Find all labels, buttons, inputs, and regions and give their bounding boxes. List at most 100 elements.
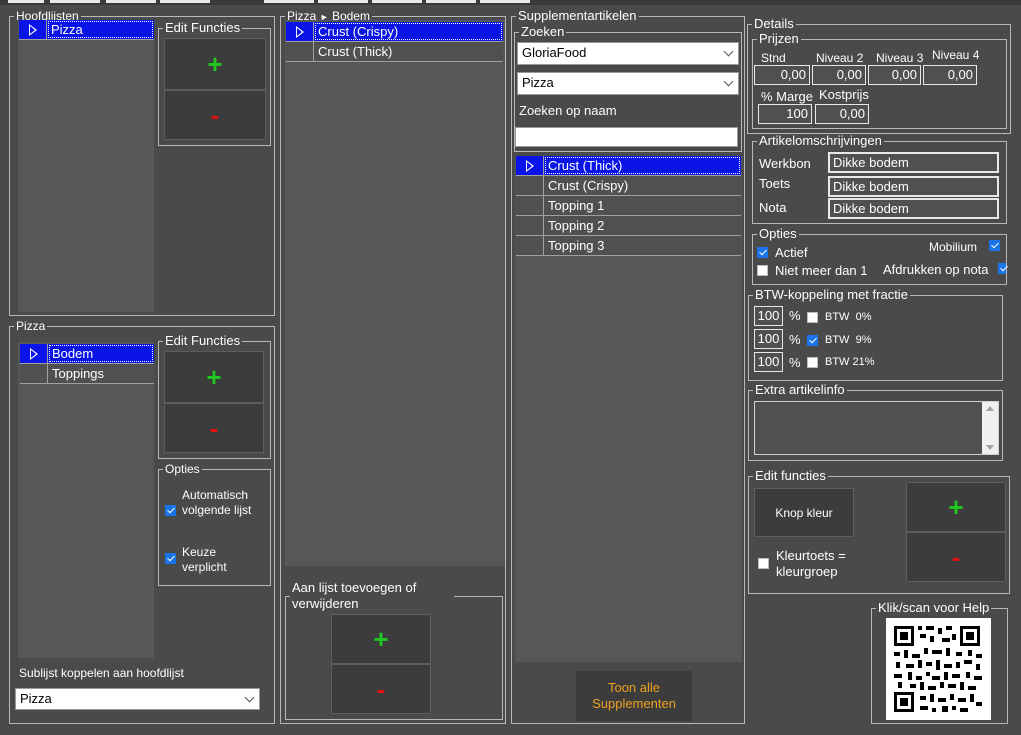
list-item[interactable]: Crust (Thick) [286, 42, 503, 62]
category-value: Pizza [522, 75, 554, 90]
tab-segment[interactable] [50, 0, 100, 3]
search-input[interactable] [515, 127, 738, 147]
niveau2-label: Niveau 2 [816, 51, 864, 65]
middle-list: Crust (Crispy) Crust (Thick) [285, 20, 505, 566]
extra-artikelinfo-textarea[interactable] [754, 401, 999, 455]
add-button[interactable]: + [164, 351, 264, 403]
scroll-down-icon[interactable] [986, 445, 994, 450]
tab-segment[interactable] [372, 0, 422, 3]
add-to-list-button[interactable]: + [331, 614, 431, 664]
toon-alle-supplementen-button[interactable]: Toon alle Supplementen [576, 671, 692, 721]
afdrukken-checkbox[interactable] [998, 263, 1006, 274]
btw-fraction-input[interactable]: 100 [754, 352, 783, 372]
list-item[interactable]: Topping 1 [516, 196, 741, 216]
row-pointer-icon [525, 159, 534, 172]
list-item[interactable]: Topping 2 [516, 216, 741, 236]
niet-meer-dan-1-checkbox[interactable] [757, 265, 768, 276]
btw-text: BTW [825, 334, 850, 346]
hoofdlijsten-list: Pizza [18, 20, 154, 312]
price-niveau4-input[interactable]: 0,00 [923, 65, 977, 85]
tab-segment[interactable] [264, 0, 314, 3]
list-item[interactable]: Bodem [20, 344, 154, 364]
btw-fraction-input[interactable]: 100 [754, 306, 783, 326]
chevron-down-icon [244, 692, 255, 703]
scrollbar[interactable] [982, 402, 998, 454]
actief-label: Actief [775, 245, 808, 260]
plus-icon: + [948, 492, 964, 522]
add-button[interactable]: + [906, 482, 1006, 532]
btw-21-checkbox[interactable] [807, 357, 818, 368]
category-select[interactable]: Pizza [517, 72, 739, 95]
knop-kleur-button[interactable]: Knop kleur [754, 488, 854, 537]
keuze-verplicht-checkbox[interactable] [165, 553, 176, 564]
aan-lijst-title: Aan lijst toevoegen of verwijderen [292, 580, 417, 611]
opties-title: Opties [165, 462, 200, 476]
chevron-down-icon [723, 76, 734, 87]
auto-volgende-checkbox[interactable] [165, 505, 176, 516]
price-niveau2-input[interactable]: 0,00 [812, 65, 866, 85]
toon-alle-label: Toon alle Supplementen [592, 680, 676, 711]
mobilium-checkbox[interactable] [989, 240, 1000, 251]
nota-input[interactable]: Dikke bodem [828, 198, 999, 219]
chevron-down-icon [723, 46, 734, 57]
artikelomschrijvingen-title: Artikelomschrijvingen [759, 133, 882, 148]
source-select[interactable]: GloriaFood [517, 42, 739, 65]
remove-button[interactable]: - [906, 532, 1006, 582]
sublijst-select[interactable]: Pizza [15, 688, 260, 710]
btw-0-checkbox[interactable] [807, 312, 818, 323]
remove-from-list-button[interactable]: - [331, 664, 431, 714]
plus-icon: + [207, 49, 223, 79]
minus-icon: - [209, 413, 219, 443]
list-item[interactable]: Toppings [20, 364, 154, 384]
percent-sign: % [789, 332, 801, 347]
plus-icon: + [373, 624, 389, 654]
toets-input[interactable]: Dikke bodem [828, 176, 999, 197]
list-item[interactable]: Crust (Thick) [516, 156, 741, 176]
list-item[interactable]: Crust (Crispy) [286, 22, 503, 42]
list-item[interactable]: Crust (Crispy) [516, 176, 741, 196]
stnd-label: Stnd [761, 51, 786, 65]
list-item[interactable]: Pizza [19, 20, 154, 40]
toets-label: Toets [759, 176, 791, 191]
minus-icon: - [951, 542, 961, 572]
btw-fraction-input[interactable]: 100 [754, 329, 783, 349]
remove-button[interactable]: - [164, 403, 264, 453]
auto-volgende-label: Automatisch volgende lijst [182, 488, 252, 517]
mobilium-label: Mobilium [929, 240, 978, 254]
row-pointer-icon [295, 25, 304, 38]
tab-segment[interactable] [318, 0, 368, 3]
afdrukken-label: Afdrukken op nota [883, 262, 989, 277]
list-item[interactable]: Topping 3 [516, 236, 741, 256]
kostprijs-label: Kostprijs [819, 87, 869, 102]
knop-kleur-label: Knop kleur [775, 505, 833, 520]
pizza-group-title: Pizza [16, 319, 46, 333]
edit-functies-right-title: Edit functies [755, 468, 826, 483]
scroll-up-icon[interactable] [986, 406, 994, 411]
btw-text: BTW [825, 311, 850, 323]
kostprijs-input[interactable]: 0,00 [815, 104, 869, 124]
remove-button[interactable]: - [164, 90, 266, 140]
tab-segment[interactable] [8, 0, 44, 3]
add-button[interactable]: + [164, 38, 266, 90]
btw-rate: 9% [855, 334, 872, 346]
qr-code-icon [894, 626, 982, 712]
btw-rate: 21% [852, 356, 875, 368]
price-niveau3-input[interactable]: 0,00 [868, 65, 921, 85]
help-qr-code[interactable] [886, 618, 991, 720]
edit-functies-title: Edit Functies [165, 333, 241, 348]
minus-icon: - [376, 674, 386, 704]
kleurtoets-checkbox[interactable] [758, 558, 769, 569]
tab-segment[interactable] [160, 0, 210, 3]
btw-9-checkbox[interactable] [807, 335, 818, 346]
btw-group: BTW-koppeling met fractie [748, 288, 1003, 381]
tab-segment[interactable] [426, 0, 476, 3]
marge-input[interactable]: 100 [758, 104, 812, 124]
tab-segment[interactable] [106, 0, 156, 3]
tab-segment[interactable] [480, 0, 530, 3]
price-stnd-input[interactable]: 0,00 [754, 65, 810, 85]
actief-checkbox[interactable] [757, 247, 768, 258]
source-value: GloriaFood [522, 45, 587, 60]
btw-text: BTW [825, 356, 850, 368]
row-pointer-icon [29, 347, 38, 360]
werkbon-input[interactable]: Dikke bodem [828, 152, 999, 173]
